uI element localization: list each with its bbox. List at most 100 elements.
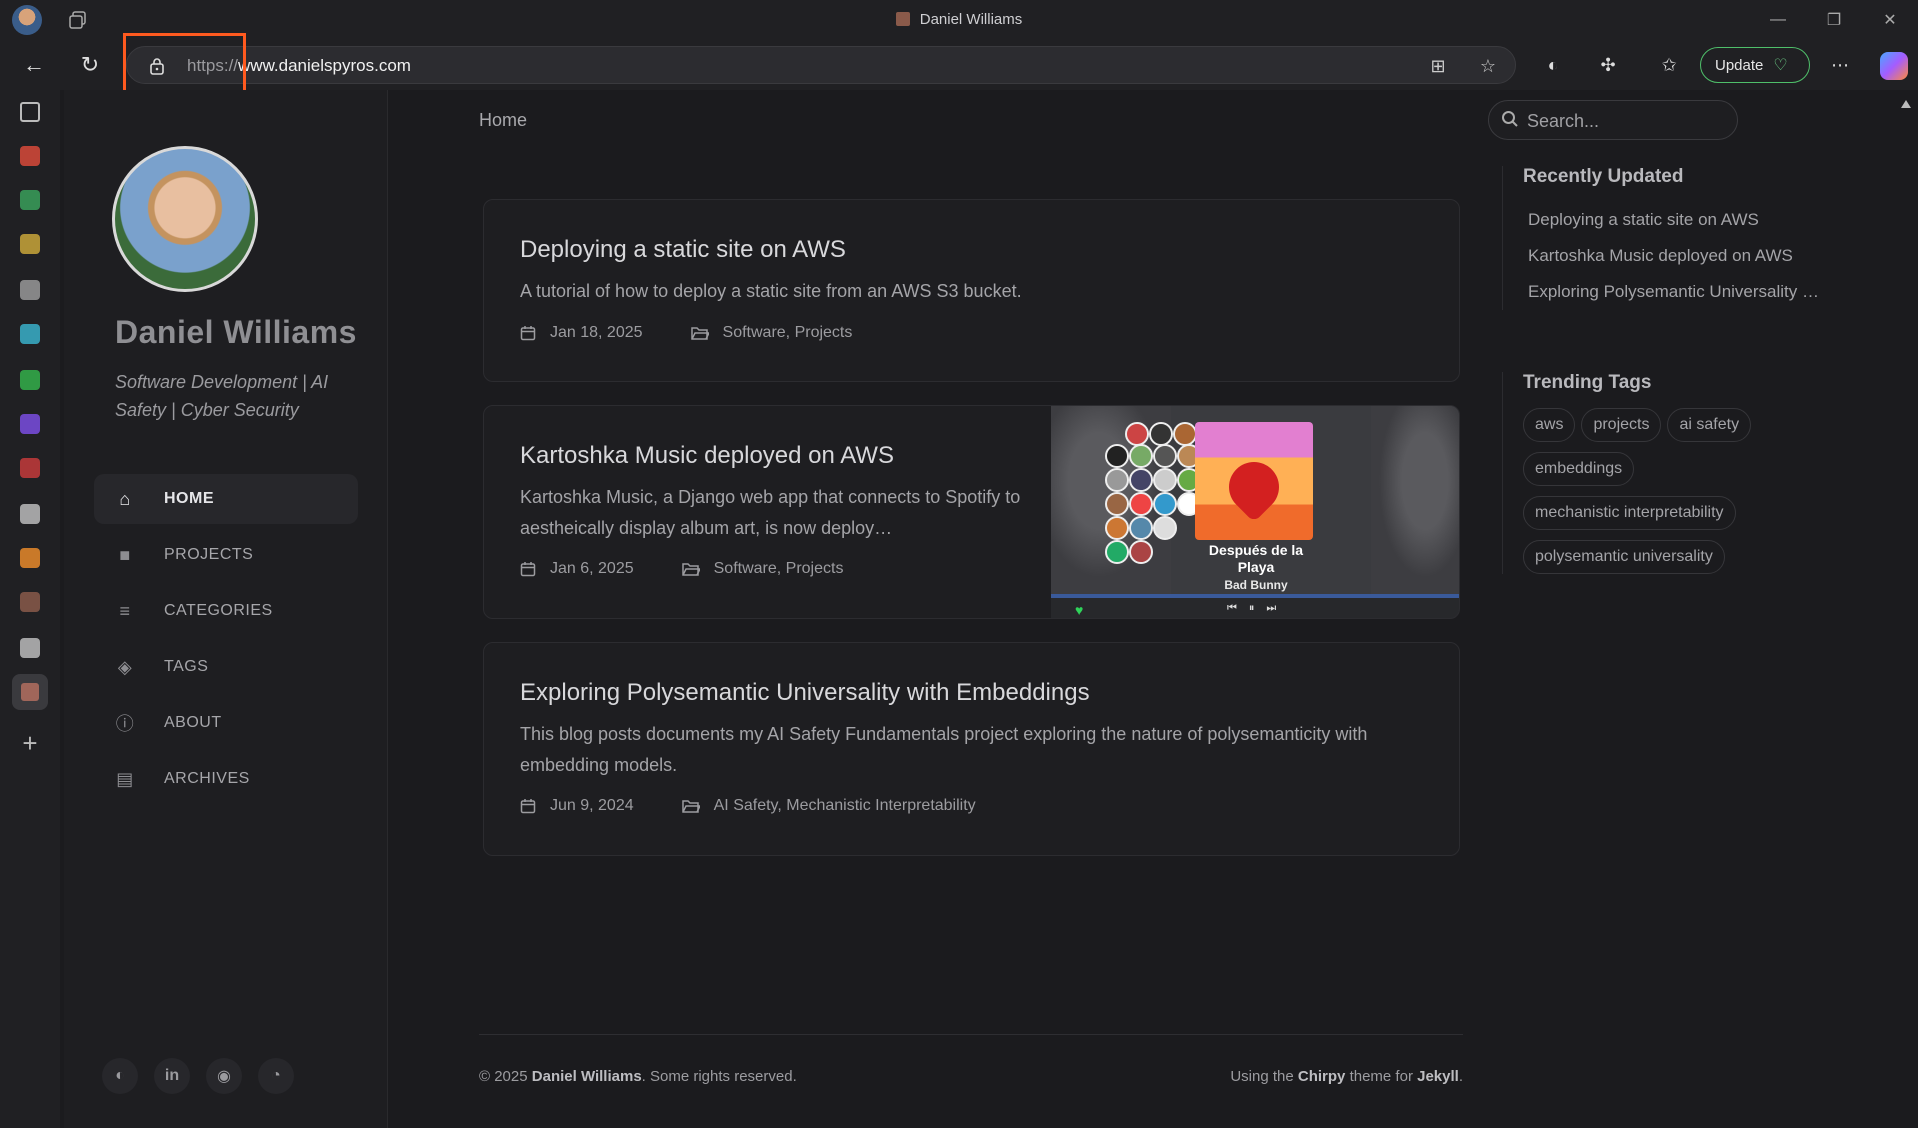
tag-list: aws projects ai safety embeddings mechanisti… <box>1523 408 1843 574</box>
scroll-up-icon[interactable] <box>1901 100 1911 108</box>
recently-updated-link[interactable]: Exploring Polysemantic Universality … <box>1523 274 1833 310</box>
site-favicon[interactable] <box>20 592 40 612</box>
site-nav: ⌂ HOME ■ PROJECTS ≡ CATEGORIES ◈ TAGS ⓘ ABOUT ▤ ARC… <box>94 474 358 810</box>
favorites-icon[interactable]: ✩ <box>1656 52 1682 78</box>
post-categories[interactable]: Software, Projects <box>714 560 844 578</box>
nav-item-label: ABOUT <box>164 714 222 731</box>
post-card[interactable]: Deploying a static site on AWS A tutoria… <box>483 199 1460 382</box>
recently-updated-link[interactable]: Kartoshka Music deployed on AWS <box>1523 238 1833 274</box>
recently-updated-list: Deploying a static site on AWS Kartoshka … <box>1523 202 1862 310</box>
rss-icon[interactable]: ◔ <box>258 1058 294 1094</box>
tailwind-icon[interactable] <box>20 324 40 344</box>
search-input[interactable]: Search... <box>1488 100 1738 140</box>
tags-icon: ◈ <box>117 656 133 677</box>
jekyll-link[interactable]: Jekyll <box>1417 1068 1459 1085</box>
post-description: A tutorial of how to deploy a static sit… <box>520 281 1022 301</box>
back-arrow-icon[interactable]: ← <box>18 49 50 81</box>
calendar-icon <box>520 562 536 577</box>
post-categories[interactable]: Software, Projects <box>723 324 853 342</box>
nav-item-about[interactable]: ⓘ ABOUT <box>94 698 358 748</box>
post-description: This blog posts documents my AI Safety F… <box>520 724 1368 775</box>
song-artist: Bad Bunny <box>1224 578 1288 592</box>
nav-item-projects[interactable]: ■ PROJECTS <box>94 530 358 580</box>
github-icon[interactable] <box>20 638 40 658</box>
app-grid-icon[interactable]: ⊞ <box>1427 56 1449 78</box>
site-sidebar: Daniel Williams Software Development | A… <box>64 90 388 1128</box>
red-app-icon[interactable] <box>20 458 40 478</box>
post-title[interactable]: Exploring Polysemantic Universality with… <box>520 679 1090 707</box>
calendar-icon[interactable] <box>20 370 40 390</box>
nav-item-archives[interactable]: ▤ ARCHIVES <box>94 754 358 804</box>
update-label: Update <box>1715 56 1764 74</box>
tag-chip[interactable]: aws <box>1523 408 1576 442</box>
address-bar[interactable]: https://www.danielspyros.com ⊞ ☆ <box>126 46 1516 84</box>
active-site-icon[interactable] <box>12 674 48 710</box>
site-author-name[interactable]: Daniel Williams <box>115 314 357 351</box>
album-thumbnail <box>1105 540 1129 564</box>
footer-theme-credit: Using the Chirpy theme for Jekyll. <box>1080 1068 1463 1085</box>
update-button[interactable]: Update ♡ <box>1700 47 1810 83</box>
nav-item-label: ARCHIVES <box>164 770 250 787</box>
extensions-icon[interactable]: ✣ <box>1595 52 1621 78</box>
striped-icon[interactable] <box>20 234 40 254</box>
refresh-icon[interactable]: ↻ <box>74 49 106 81</box>
github-icon[interactable]: ◉ <box>206 1058 242 1094</box>
folder-open-icon <box>681 563 700 576</box>
chirpy-link[interactable]: Chirpy <box>1298 1068 1346 1085</box>
tag-chip[interactable]: projects <box>1581 408 1662 442</box>
nav-item-categories[interactable]: ≡ CATEGORIES <box>94 586 358 636</box>
album-thumbnail <box>1105 468 1129 492</box>
title-bar: Daniel Williams — ❐ ✕ <box>0 0 1918 40</box>
copilot-icon[interactable] <box>1880 52 1908 80</box>
copyright-suffix: . Some rights reserved. <box>641 1068 797 1085</box>
tag-chip[interactable]: polysemantic universality <box>1523 540 1725 574</box>
post-title[interactable]: Deploying a static site on AWS <box>520 236 846 264</box>
openai-icon[interactable] <box>20 280 40 300</box>
restore-icon[interactable]: ❐ <box>1806 0 1862 40</box>
album-thumbnail <box>1129 540 1153 564</box>
post-categories[interactable]: AI Safety, Mechanistic Interpretability <box>714 797 976 815</box>
album-thumbnail <box>1153 492 1177 516</box>
site-tagline: Software Development | AI Safety | Cyber… <box>115 372 329 420</box>
shield-icon[interactable]: ◐ <box>1540 52 1566 78</box>
trending-tags-heading: Trending Tags <box>1523 372 1652 393</box>
album-thumbnail <box>1173 422 1197 446</box>
nav-item-label: HOME <box>164 490 214 507</box>
star-icon[interactable]: ☆ <box>1477 56 1499 78</box>
post-card[interactable]: Exploring Polysemantic Universality with… <box>483 642 1460 856</box>
profile-photo[interactable] <box>112 146 258 292</box>
stackoverflow-icon[interactable] <box>20 548 40 568</box>
purple-app-icon[interactable] <box>20 414 40 434</box>
player-bar: ♥ ⏮⏸⏭ <box>1051 594 1459 618</box>
close-icon[interactable]: ✕ <box>1862 0 1918 40</box>
post-meta: Jun 9, 2024 AI Safety, Mechanistic Inter… <box>520 797 976 815</box>
post-title[interactable]: Kartoshka Music deployed on AWS <box>520 442 894 470</box>
like-heart-icon: ♥ <box>1075 602 1084 618</box>
tag-chip[interactable]: embeddings <box>1523 452 1635 486</box>
more-icon[interactable]: ⋯ <box>1827 52 1853 78</box>
search-placeholder: Search... <box>1527 111 1600 131</box>
post-preview-image[interactable]: Después de la Playa Bad Bunny ♥ ⏮⏸⏭ <box>1051 406 1459 618</box>
tag-chip[interactable]: ai safety <box>1667 408 1752 442</box>
minimize-icon[interactable]: — <box>1750 0 1806 40</box>
maps-icon[interactable] <box>20 190 40 210</box>
heart-artwork <box>1218 451 1290 523</box>
album-thumbnail <box>1129 516 1153 540</box>
nav-item-home[interactable]: ⌂ HOME <box>94 474 358 524</box>
theme-toggle-icon[interactable]: ◐ <box>102 1058 138 1094</box>
recently-updated-link[interactable]: Deploying a static site on AWS <box>1523 202 1833 238</box>
post-card[interactable]: Kartoshka Music deployed on AWS Kartoshk… <box>483 405 1460 619</box>
footer-divider <box>479 1034 1463 1035</box>
sidebar-icon[interactable] <box>20 102 40 122</box>
tag-chip[interactable]: mechanistic interpretability <box>1523 496 1736 530</box>
copyright-author-link[interactable]: Daniel Williams <box>532 1068 642 1085</box>
folder-open-icon <box>690 327 709 340</box>
linkedin-icon[interactable]: in <box>154 1058 190 1094</box>
github-icon[interactable] <box>20 504 40 524</box>
scrollbar[interactable] <box>1894 90 1918 1128</box>
gmail-icon[interactable] <box>20 146 40 166</box>
add-icon[interactable]: + <box>20 730 40 756</box>
theme-suffix: . <box>1458 1068 1463 1085</box>
site-favicon <box>895 12 910 26</box>
nav-item-tags[interactable]: ◈ TAGS <box>94 642 358 692</box>
